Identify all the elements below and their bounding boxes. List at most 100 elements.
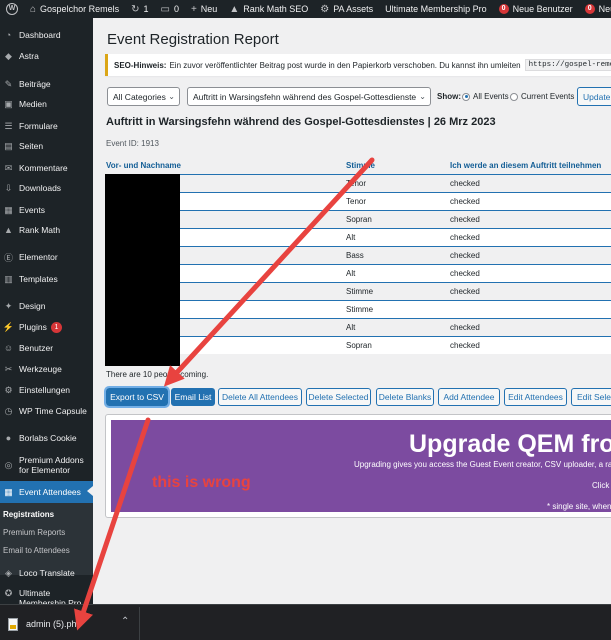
delete-selected-button[interactable]: Delete Selected [306, 388, 371, 406]
comments-icon: ✉ [4, 162, 13, 173]
update-button[interactable]: Update [577, 87, 611, 106]
table-row[interactable]: Sopran checked [105, 336, 611, 354]
edit-selected-button[interactable]: Edit Selected [571, 388, 611, 406]
table-row[interactable]: Stimme checked [105, 282, 611, 300]
voice-cell: Tenor [346, 197, 367, 206]
elementor-icon: Ⓔ [3, 252, 13, 263]
updates-menu[interactable]: ↻ 1 [125, 0, 154, 18]
sidebar-item-templates[interactable]: ▥ Templates [0, 269, 93, 289]
voice-cell: Alt [346, 233, 356, 242]
event-heading: Auftritt in Warsingsfehn während des Gos… [106, 116, 496, 128]
sidebar-item-plugins[interactable]: ⚡ Plugins 1 [0, 317, 93, 337]
upgrade-banner: Upgrade QEM from Upgrading gives you acc… [111, 420, 611, 512]
sidebar-item-event-attendees[interactable]: ▦ Event Attendees [0, 481, 93, 503]
delete-all-attendees-button[interactable]: Delete All Attendees [218, 388, 302, 406]
submenu-email-attendees[interactable]: Email to Attendees [3, 546, 70, 555]
forms-icon: ☰ [4, 120, 13, 131]
pages-icon: ▤ [4, 140, 13, 151]
sidebar-item-downloads[interactable]: ⇩ Downloads [0, 178, 93, 198]
sidebar-item-pages[interactable]: ▤ Seiten [0, 136, 93, 156]
table-row[interactable]: Alt checked [105, 318, 611, 336]
sidebar-item-loco-translate[interactable]: ◈ Loco Translate [0, 563, 93, 583]
upgrade-click-link[interactable]: Click to [592, 481, 611, 490]
edit-attendees-button[interactable]: Edit Attendees [504, 388, 567, 406]
seo-notice-url[interactable]: https://gospel-remels [524, 59, 611, 71]
wp-logo-menu[interactable]: W [0, 0, 24, 18]
radio-current-events[interactable]: Current Events [510, 92, 574, 101]
new-content-menu[interactable]: + Neu [185, 0, 223, 18]
sidebar-item-rank-math[interactable]: ▲ Rank Math [0, 220, 93, 240]
rank-math-menu[interactable]: ▲ Rank Math SEO [223, 0, 314, 18]
sidebar-item-astra[interactable]: ◆ Astra [0, 46, 93, 66]
sidebar-item-posts[interactable]: ✎ Beiträge [0, 74, 93, 94]
sidebar-item-borlabs-cookie[interactable]: ● Borlabs Cookie [0, 428, 93, 448]
admin-bar: W ⌂ Gospelchor Remels ↻ 1 ▭ 0 + Neu ▲ Rank Ma… [0, 0, 611, 18]
category-select-value: All Categories [113, 91, 166, 102]
loco-icon: ◈ [5, 567, 12, 578]
sidebar-item-dashboard[interactable]: ◔ Dashboard [0, 25, 93, 45]
new-users-count: 0 [498, 4, 509, 14]
table-row[interactable]: Alt checked [105, 264, 611, 282]
sidebar-item-ultimate-membership[interactable]: ✪ Ultimate Membership Pro [0, 584, 93, 604]
table-row[interactable]: Sopran checked [105, 210, 611, 228]
pa-assets-label: PA Assets [333, 4, 374, 14]
comments-menu[interactable]: ▭ 0 [154, 0, 184, 18]
comment-icon: ▭ [160, 3, 170, 15]
new-users-menu[interactable]: 0 Neue Benutzer [493, 0, 579, 18]
sidebar-item-media[interactable]: ▣ Medien [0, 94, 93, 114]
table-row[interactable]: Alt checked [105, 228, 611, 246]
email-list-button[interactable]: Email List [171, 388, 215, 406]
voice-cell: Alt [346, 323, 356, 332]
column-name[interactable]: Vor- und Nachname [106, 161, 181, 170]
sidebar-item-users[interactable]: ☺ Benutzer [0, 338, 93, 358]
sidebar-item-premium-addons[interactable]: ◎ Premium Addons for Elementor [0, 452, 93, 478]
seo-notice-label: SEO-Hinweis: [114, 60, 167, 70]
event-select-value: Auftritt in Warsingsfehn während des Gos… [193, 91, 417, 102]
sidebar-item-settings[interactable]: ⚙ Einstellungen [0, 380, 93, 400]
rank-math-label: Rank Math SEO [243, 4, 309, 14]
add-attendee-button[interactable]: Add Attendee [438, 388, 500, 406]
ump-label: Ultimate Membership Pro [385, 4, 487, 14]
voice-cell: Sopran [346, 215, 372, 224]
new-orders-count: 0 [584, 4, 595, 14]
sidebar-item-design[interactable]: ✦ Design [0, 296, 93, 316]
table-row[interactable]: Bass checked [105, 246, 611, 264]
events-icon: ▦ [4, 204, 13, 215]
table-row[interactable]: Stimme [105, 300, 611, 318]
templates-icon: ▥ [4, 273, 13, 284]
download-item[interactable]: admin (5).php ⌃ [0, 607, 140, 640]
column-attend[interactable]: Ich werde an diesem Auftritt teilnehmen [450, 161, 601, 170]
category-select[interactable]: All Categories ⌄ [107, 87, 180, 106]
pin-icon: ✎ [4, 78, 13, 89]
file-icon [8, 617, 18, 631]
sidebar-item-elementor[interactable]: Ⓔ Elementor [0, 247, 93, 267]
ump-menu[interactable]: Ultimate Membership Pro [379, 0, 493, 18]
table-row[interactable]: Tenor checked [105, 174, 611, 192]
chevron-up-icon[interactable]: ⌃ [121, 616, 129, 627]
admin-sidebar: ◔ Dashboard ◆ Astra ✎ Beiträge ▣ Medien ☰ For… [0, 18, 93, 604]
submenu-premium-reports[interactable]: Premium Reports [3, 528, 65, 537]
sidebar-item-comments[interactable]: ✉ Kommentare [0, 158, 93, 178]
attend-cell: checked [450, 287, 480, 296]
settings-icon: ⚙ [4, 384, 13, 395]
column-voice[interactable]: Stimme [346, 161, 375, 170]
pa-assets-menu[interactable]: ⚙ PA Assets [314, 0, 379, 18]
new-orders-menu[interactable]: 0Neue Bestellungen [579, 0, 611, 18]
export-csv-button[interactable]: Export to CSV [104, 386, 170, 408]
table-row[interactable]: Tenor checked [105, 192, 611, 210]
attend-cell: checked [450, 341, 480, 350]
event-select[interactable]: Auftritt in Warsingsfehn während des Gos… [187, 87, 431, 106]
submenu-registrations[interactable]: Registrations [3, 510, 54, 519]
new-users-label: Neue Benutzer [512, 4, 573, 14]
event-id: Event ID: 1913 [106, 139, 159, 148]
attend-cell: checked [450, 233, 480, 242]
sidebar-item-tools[interactable]: ✂ Werkzeuge [0, 359, 93, 379]
sidebar-item-events[interactable]: ▦ Events [0, 200, 93, 220]
premium-addons-icon: ◎ [4, 459, 13, 470]
radio-all-events[interactable]: All Events [462, 92, 509, 101]
sidebar-item-wp-time-capsule[interactable]: ◷ WP Time Capsule [0, 401, 93, 421]
sidebar-item-forms[interactable]: ☰ Formulare [0, 116, 93, 136]
site-name-menu[interactable]: ⌂ Gospelchor Remels [24, 0, 125, 18]
downloads-icon: ⇩ [4, 182, 13, 193]
delete-blanks-button[interactable]: Delete Blanks [376, 388, 434, 406]
